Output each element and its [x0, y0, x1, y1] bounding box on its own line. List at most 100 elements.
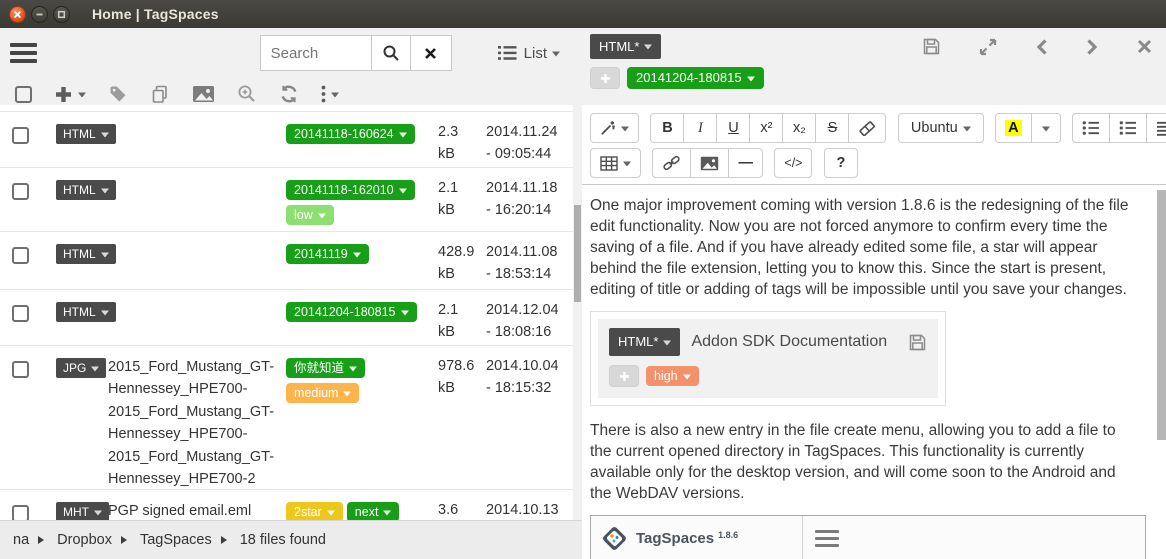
file-tag[interactable]: 20141118-160624 — [286, 124, 415, 144]
close-file-button[interactable] — [1137, 39, 1152, 54]
file-list-scrollbar[interactable] — [573, 105, 582, 520]
breadcrumb-item[interactable]: Dropbox — [57, 532, 112, 548]
row-checkbox[interactable] — [12, 300, 56, 345]
style-magic-button[interactable] — [590, 113, 639, 143]
highlight-color-swatch: A — [1005, 120, 1021, 136]
row-checkbox[interactable] — [12, 242, 56, 289]
expand-icon — [979, 38, 997, 56]
add-tag-button[interactable] — [590, 67, 620, 89]
breadcrumb-separator-icon — [221, 536, 231, 544]
zoom-button[interactable] — [237, 84, 257, 104]
copy-button[interactable] — [150, 84, 170, 104]
embedded-screenshot-image: TagSpaces 1.8.6 TagSpaces — [590, 515, 1146, 559]
insert-link-button[interactable] — [652, 148, 691, 178]
chevron-down-icon — [747, 76, 755, 85]
thumbnails-button[interactable] — [192, 85, 215, 103]
file-row[interactable]: HTML 20141118-160624 2.3kB 2014.11.24- 0… — [0, 111, 582, 167]
fullscreen-button[interactable] — [979, 38, 997, 56]
tag-button[interactable] — [108, 84, 128, 104]
ordered-list-button[interactable] — [1109, 113, 1147, 143]
superscript-button[interactable]: x² — [749, 113, 783, 143]
table-icon — [600, 156, 618, 171]
next-file-button[interactable] — [1086, 38, 1099, 56]
window-maximize-button[interactable] — [53, 6, 70, 23]
window-close-button[interactable] — [9, 6, 26, 23]
file-title: 2015_Ford_Mustang_GT-Hennessey_HPE700-20… — [108, 356, 286, 489]
file-row[interactable]: HTML 20141119 428.9kB 2014.11.08- 18:53:… — [0, 231, 582, 289]
row-checkbox[interactable] — [12, 500, 56, 520]
file-tag[interactable]: next — [347, 502, 400, 520]
file-tag[interactable]: 20141119 — [286, 244, 369, 264]
clear-formatting-button[interactable] — [848, 113, 886, 143]
file-tag[interactable]: low — [286, 205, 334, 225]
font-color-dropdown[interactable] — [1031, 113, 1061, 143]
editor-scrollbar-thumb[interactable] — [1157, 190, 1166, 440]
file-row[interactable]: JPG 2015_Ford_Mustang_GT-Hennessey_HPE70… — [0, 345, 582, 489]
editor-content[interactable]: One major improvement coming with versio… — [582, 185, 1166, 559]
search-button[interactable] — [371, 35, 411, 71]
strikethrough-button[interactable]: S — [815, 113, 849, 143]
file-tag[interactable]: 20141118-162010 — [286, 180, 415, 200]
unordered-list-button[interactable] — [1072, 113, 1110, 143]
file-title — [108, 178, 286, 231]
open-file-ext-badge[interactable]: HTML* — [590, 34, 661, 59]
add-tag-button — [609, 365, 639, 387]
save-button[interactable] — [922, 37, 941, 56]
underline-button[interactable]: U — [716, 113, 750, 143]
horizontal-rule-button[interactable]: — — [728, 148, 763, 178]
file-browser-panel: List — [0, 28, 582, 559]
breadcrumb: na Dropbox TagSpaces 18 files found — [0, 520, 582, 559]
menu-hamburger-icon[interactable] — [10, 31, 37, 75]
chevron-down-icon — [331, 92, 339, 101]
file-ext-badge[interactable]: MHT — [56, 502, 109, 520]
clear-icon — [424, 47, 437, 60]
file-ext-badge[interactable]: HTML — [56, 180, 116, 200]
chevron-left-icon — [1035, 38, 1048, 56]
file-title — [108, 300, 286, 345]
code-view-button[interactable]: </> — [774, 148, 812, 178]
window-minimize-button[interactable] — [31, 6, 48, 23]
breadcrumb-item[interactable]: na — [13, 532, 29, 548]
file-date: 2014.10.04- 18:15:32 — [486, 356, 576, 489]
table-dropdown[interactable] — [590, 148, 641, 178]
paragraph-align-dropdown[interactable] — [1146, 113, 1166, 143]
row-checkbox[interactable] — [12, 178, 56, 231]
refresh-button[interactable] — [279, 84, 299, 104]
font-family-dropdown[interactable]: Ubuntu — [898, 113, 984, 143]
file-date: 2014.11.08- 18:53:14 — [486, 242, 576, 289]
file-ext-badge[interactable]: JPG — [56, 358, 106, 378]
insert-image-button[interactable] — [690, 148, 729, 178]
eraser-icon — [858, 121, 876, 136]
file-tag[interactable]: medium — [286, 383, 359, 403]
file-ext-badge[interactable]: HTML — [56, 124, 116, 144]
select-all-checkbox[interactable] — [15, 86, 32, 103]
file-tag[interactable]: 20141204-180815 — [627, 67, 764, 89]
chevron-down-icon — [663, 340, 671, 349]
files-found-status: 18 files found — [240, 532, 326, 548]
breadcrumb-item[interactable]: TagSpaces — [140, 532, 212, 548]
row-checkbox[interactable] — [12, 122, 56, 167]
add-file-button[interactable] — [54, 85, 86, 104]
search-input[interactable] — [260, 35, 372, 71]
file-row[interactable]: MHT PGP signed email.eml 2star next 3.6k… — [0, 489, 582, 520]
subscript-button[interactable]: x₂ — [782, 113, 816, 143]
more-options-button[interactable] — [321, 85, 339, 103]
image-icon — [192, 85, 215, 103]
font-color-button[interactable]: A — [995, 113, 1031, 143]
help-button[interactable]: ? — [824, 148, 858, 178]
file-ext-badge[interactable]: HTML — [56, 302, 116, 322]
file-row[interactable]: HTML 20141118-162010 low 2.1kB 2014.11.1… — [0, 167, 582, 231]
italic-button[interactable]: I — [683, 113, 717, 143]
file-tag[interactable]: 2star — [286, 502, 343, 520]
previous-file-button[interactable] — [1035, 38, 1048, 56]
view-mode-dropdown[interactable]: List — [498, 45, 560, 62]
numbered-list-icon — [1119, 120, 1137, 136]
clear-search-button[interactable] — [410, 35, 452, 71]
bold-button[interactable]: B — [650, 113, 684, 143]
file-row[interactable]: HTML 20141204-180815 2.1kB 2014.12.04- 1… — [0, 289, 582, 345]
file-tag[interactable]: 你就知道 — [286, 358, 365, 378]
row-checkbox[interactable] — [12, 356, 56, 489]
file-tag[interactable]: 20141204-180815 — [286, 302, 417, 322]
scrollbar-thumb[interactable] — [574, 205, 581, 302]
file-ext-badge[interactable]: HTML — [56, 244, 116, 264]
